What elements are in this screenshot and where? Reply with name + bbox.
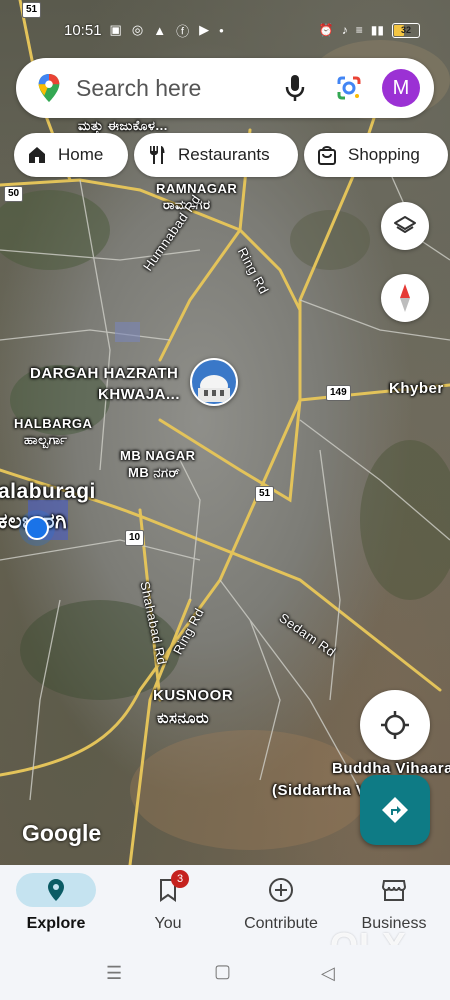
chip-restaurants[interactable]: Restaurants <box>134 133 298 177</box>
notification-badge: 3 <box>171 870 189 888</box>
search-input[interactable]: Search here <box>76 75 284 102</box>
signal-icon: ▮▮ <box>370 23 384 37</box>
back-icon[interactable]: ◁ <box>321 963 335 984</box>
highway-shield-149: 149 <box>326 385 351 401</box>
status-bar: 10:51 ▣ ◎ ▲ ⓕ ▶ • ⏰ ♪ ≡ ▮▮ 32 <box>64 18 420 42</box>
directions-button[interactable] <box>360 775 430 845</box>
highway-shield-51: 51 <box>255 486 275 502</box>
notification-app-icon: ▣ <box>109 22 122 37</box>
map-view[interactable]: ಮತ್ತು ಈಜುಕೊಳ... RAMNAGAR ರಾಮನಗರ DARGAH H… <box>0 0 450 865</box>
system-nav-bar: ☰ ▢ ◁ <box>0 945 450 1000</box>
map-label-ramnagar: RAMNAGAR <box>156 181 238 196</box>
shopping-bag-icon <box>318 146 336 165</box>
whatsapp-icon: ◎ <box>131 22 144 37</box>
system-icons: ⏰ ♪ ≡ ▮▮ 32 <box>318 22 420 38</box>
current-location-dot <box>25 516 49 540</box>
status-time: 10:51 <box>64 21 102 39</box>
map-label-kusnoor: KUSNOOR <box>153 687 234 704</box>
highway-shield-51-top: 51 <box>22 2 42 18</box>
highway-shield-50: 50 <box>4 186 24 202</box>
account-avatar[interactable]: M <box>382 69 420 107</box>
battery-level: 32 <box>400 24 411 35</box>
facebook-icon: ⓕ <box>176 23 190 39</box>
map-label-dargah-line2: KHWAJA... <box>98 386 181 403</box>
explore-pin-icon <box>48 879 64 901</box>
compass-icon <box>400 284 410 312</box>
nav-you-label: You <box>154 915 182 932</box>
compass-button[interactable] <box>381 274 429 322</box>
map-label-khyber: Khyber <box>389 380 444 397</box>
map-label-mb-nagar-kn: MB ನಗರ್ <box>128 465 181 480</box>
nav-you[interactable]: 3 You <box>112 865 224 945</box>
dome-icon <box>192 360 236 404</box>
directions-arrow-icon <box>382 797 408 823</box>
alarm-icon: ⏰ <box>318 23 334 37</box>
chip-home-label: Home <box>58 145 104 164</box>
more-dot-icon: • <box>219 22 224 38</box>
map-label-mb-nagar: MB NAGAR <box>120 448 196 463</box>
maps-pin-logo-icon <box>38 73 60 103</box>
home-button-icon[interactable]: ▢ <box>214 961 231 982</box>
map-label-kusnoor-kn: ಕುಸನೂರು <box>157 710 210 727</box>
my-location-button[interactable] <box>360 690 430 760</box>
search-bar[interactable]: Search here M <box>16 58 434 118</box>
mute-icon: ♪ <box>341 23 348 37</box>
drive-icon: ▲ <box>153 22 167 38</box>
google-lens-icon[interactable] <box>336 75 362 101</box>
map-label-halbarga-kn: ಹಾಲ್ಬರ್ಗಾ <box>24 432 68 447</box>
nav-contribute-label: Contribute <box>244 915 318 932</box>
map-label-kalaburagi: alaburagi <box>0 480 96 503</box>
map-label-halbarga: HALBARGA <box>14 416 93 431</box>
notification-icons: ▣ ◎ ▲ ⓕ ▶ • <box>110 21 224 40</box>
battery-icon: 32 <box>392 22 420 38</box>
layers-icon <box>394 216 416 233</box>
home-icon <box>29 147 45 163</box>
chip-restaurants-label: Restaurants <box>178 145 270 164</box>
nav-explore-label: Explore <box>26 915 86 932</box>
chip-home[interactable]: Home <box>14 133 128 177</box>
volte-icon: ≡ <box>355 23 363 37</box>
map-label-top: ಮತ್ತು ಈಜುಕೊಳ... <box>78 118 168 133</box>
nav-explore[interactable]: Explore <box>0 865 112 945</box>
microphone-icon[interactable] <box>284 73 306 103</box>
fork-knife-icon <box>150 146 165 164</box>
map-label-dargah-line1: DARGAH HAZRATH <box>30 365 179 382</box>
highway-shield-10: 10 <box>125 530 145 546</box>
crosshair-icon <box>381 711 409 739</box>
plus-circle-icon <box>269 878 293 902</box>
google-logo: Google <box>22 820 102 846</box>
storefront-icon <box>381 880 407 901</box>
youtube-icon: ▶ <box>199 22 210 37</box>
chip-shopping-label: Shopping <box>348 145 420 164</box>
layers-button[interactable] <box>381 202 429 250</box>
recent-apps-icon[interactable]: ☰ <box>106 963 122 984</box>
nav-contribute[interactable]: Contribute <box>225 865 337 945</box>
place-photo-marker[interactable] <box>190 358 238 406</box>
chip-shopping[interactable]: Shopping <box>304 133 448 177</box>
